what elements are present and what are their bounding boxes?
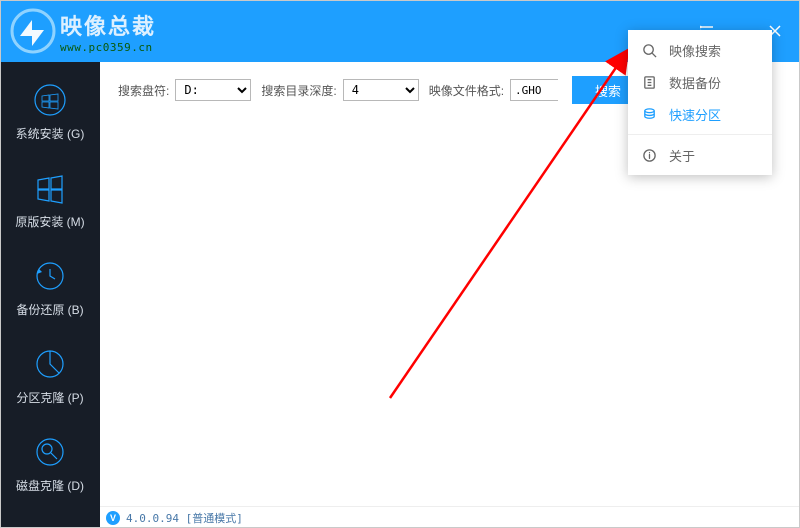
drive-group: 搜索盘符: D: [118,79,251,101]
partition-icon [642,107,657,122]
sidebar-item-label: 磁盘克隆 (D) [16,477,84,494]
menu-item-quick-partition[interactable]: 快速分区 [628,98,772,130]
watermark-url: www.pc0359.cn [60,41,156,54]
menu-item-label: 数据备份 [669,73,721,92]
pie-chart-icon [33,347,67,381]
dropdown-menu: 映像搜索 数据备份 快速分区 关于 [628,30,772,175]
depth-select[interactable]: 4 [343,79,419,101]
sidebar-item-system-install[interactable]: 系统安装 (G) [0,68,100,156]
menu-item-about[interactable]: 关于 [628,139,772,171]
sidebar-item-original-install[interactable]: 原版安装 (M) [0,156,100,244]
menu-item-label: 关于 [669,146,695,165]
menu-separator [628,134,772,135]
sidebar-item-label: 备份还原 (B) [16,301,83,318]
drive-select[interactable]: D: [175,79,251,101]
brand-text: 映像总裁 www.pc0359.cn [60,9,156,54]
version-text: 4.0.0.94 [普通模式] [126,510,243,526]
menu-item-label: 快速分区 [669,105,721,124]
search-icon [642,43,657,58]
sidebar-item-backup-restore[interactable]: 备份还原 (B) [0,244,100,332]
format-input[interactable] [510,79,558,101]
sidebar-item-label: 原版安装 (M) [15,213,84,230]
menu-item-label: 映像搜索 [669,41,721,60]
brand-area: 映像总裁 www.pc0359.cn [0,8,156,54]
windows-orb-icon [33,83,67,117]
restore-clock-icon [33,259,67,293]
version-badge-icon: V [106,511,120,525]
sidebar-item-partition-clone[interactable]: 分区克隆 (P) [0,332,100,420]
status-bar: V 4.0.0.94 [普通模式] [100,506,800,528]
results-area [100,118,800,506]
menu-item-data-backup[interactable]: 数据备份 [628,66,772,98]
depth-label: 搜索目录深度: [261,82,336,99]
sidebar-item-label: 分区克隆 (P) [16,389,83,406]
app-title: 映像总裁 [60,9,156,41]
disk-search-icon [33,435,67,469]
sidebar: 系统安装 (G) 原版安装 (M) 备份还原 (B) 分区克隆 (P) 磁盘克隆… [0,62,100,528]
drive-label: 搜索盘符: [118,82,169,99]
sidebar-item-disk-clone[interactable]: 磁盘克隆 (D) [0,420,100,508]
app-logo-icon [10,8,56,54]
info-icon [642,148,657,163]
depth-group: 搜索目录深度: 4 [261,79,418,101]
format-label: 映像文件格式: [429,82,504,99]
backup-icon [642,75,657,90]
sidebar-item-label: 系统安装 (G) [16,125,85,142]
menu-item-image-search[interactable]: 映像搜索 [628,34,772,66]
windows-tiles-icon [33,171,67,205]
format-group: 映像文件格式: [429,79,558,101]
